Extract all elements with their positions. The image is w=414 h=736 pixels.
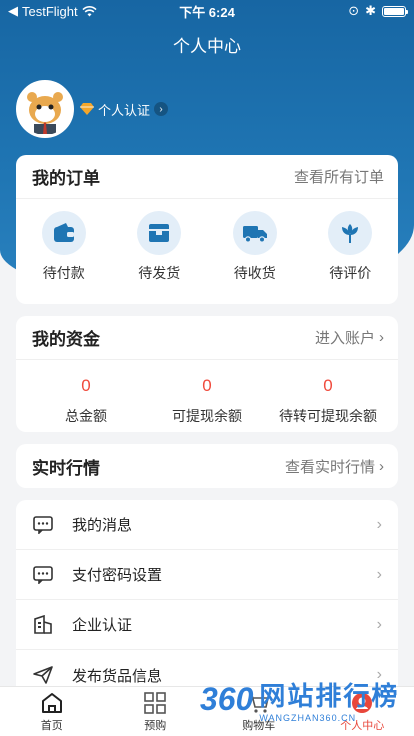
menu-card: 我的消息 › 支付密码设置 › 企业认证 › 发布货品信息 › [16, 500, 398, 700]
menu-item-enterprise-cert[interactable]: 企业认证 › [16, 600, 398, 650]
order-pending-receipt[interactable]: 待收货 [215, 211, 295, 283]
tab-preorder[interactable]: 预购 [104, 687, 208, 736]
fund-pending-withdrawable[interactable]: 0 待转可提现余额 [268, 376, 388, 426]
market-title: 实时行情 [32, 458, 100, 478]
building-icon [34, 614, 52, 634]
order-pending-review[interactable]: 待评价 [310, 211, 390, 283]
chevron-right-icon: › [376, 565, 382, 583]
view-market-label: 查看实时行情 [284, 458, 375, 476]
chevron-right-icon: › [379, 457, 384, 475]
order-label: 待评价 [329, 265, 372, 281]
order-label: 待收货 [233, 265, 276, 281]
profile-section: 个人认证 › [16, 80, 169, 138]
fund-label: 总金额 [65, 408, 107, 424]
market-card: 实时行情 查看实时行情 › [16, 444, 398, 488]
menu-item-messages[interactable]: 我的消息 › [16, 500, 398, 550]
bluetooth-icon: ✱ [365, 3, 377, 18]
enter-account-label: 进入账户 [314, 330, 375, 347]
tab-bar: 首页 预购 购物车 个人中心 [0, 686, 414, 736]
send-icon [33, 666, 53, 684]
truck-icon [242, 226, 267, 243]
menu-label: 我的消息 [72, 517, 133, 534]
tab-home[interactable]: 首页 [0, 687, 104, 736]
cert-label: 个人认证 [98, 102, 151, 118]
orientation-lock-icon: ⊙ [348, 3, 360, 18]
back-arrow-icon: ◀ [8, 3, 18, 18]
orders-title: 我的订单 [32, 169, 100, 188]
order-pending-payment[interactable]: 待付款 [24, 211, 104, 283]
menu-label: 支付密码设置 [72, 567, 163, 584]
tab-profile[interactable]: 个人中心 [311, 687, 414, 736]
cart-icon [248, 693, 269, 713]
view-all-orders-link[interactable]: 查看所有订单 [294, 166, 384, 187]
wallet-icon [53, 223, 74, 242]
menu-label: 发布货品信息 [72, 667, 163, 685]
fund-value: 0 [81, 376, 91, 395]
order-label: 待发货 [138, 265, 181, 281]
order-label: 待付款 [42, 265, 85, 281]
page-title: 个人中心 [173, 37, 241, 56]
fund-total[interactable]: 0 总金额 [26, 376, 146, 426]
tab-cart[interactable]: 购物车 [207, 687, 311, 736]
fund-label: 可提现余额 [172, 408, 242, 424]
fund-value: 0 [202, 376, 212, 395]
wifi-icon [82, 5, 97, 16]
home-icon [41, 692, 62, 713]
chevron-right-icon: › [379, 329, 384, 346]
funds-title: 我的资金 [32, 330, 100, 349]
view-market-link[interactable]: 查看实时行情 › [285, 456, 384, 477]
chevron-right-icon: › [376, 666, 382, 683]
carrier-label: TestFlight [22, 3, 78, 19]
menu-label: 企业认证 [72, 617, 133, 634]
fund-value: 0 [323, 376, 333, 395]
status-bar: ◀ TestFlight 下午 6:24 ⊙ ✱ [0, 0, 414, 22]
password-icon [33, 565, 53, 584]
diamond-icon [80, 103, 94, 115]
fund-label: 待转可提现余额 [279, 408, 377, 424]
menu-item-payment-password[interactable]: 支付密码设置 › [16, 550, 398, 600]
order-pending-shipment[interactable]: 待发货 [119, 211, 199, 283]
hamster-avatar-icon [20, 84, 70, 134]
avatar[interactable] [16, 80, 74, 138]
orders-card: 我的订单 查看所有订单 待付款 待发货 待收货 待评价 [16, 155, 398, 304]
battery-icon [382, 5, 409, 17]
tab-label: 首页 [40, 719, 63, 732]
chevron-right-icon: › [376, 615, 382, 633]
user-icon [352, 692, 373, 713]
tab-label: 预购 [144, 719, 167, 732]
fund-withdrawable[interactable]: 0 可提现余额 [147, 376, 267, 426]
message-icon [33, 515, 53, 534]
chevron-right-icon: › [376, 515, 382, 533]
status-time: 下午 6:24 [179, 4, 235, 20]
chevron-right-icon: › [154, 102, 169, 116]
box-icon [149, 224, 170, 242]
personal-cert-button[interactable]: 个人认证 › [80, 100, 169, 119]
tab-label: 购物车 [242, 719, 276, 732]
flower-icon [342, 224, 359, 243]
funds-card: 我的资金 进入账户 › 0 总金额 0 可提现余额 0 待转可提现余额 [16, 316, 398, 432]
enter-account-link[interactable]: 进入账户 › [315, 327, 384, 348]
tab-label: 个人中心 [340, 719, 385, 732]
grid-icon [144, 691, 167, 714]
